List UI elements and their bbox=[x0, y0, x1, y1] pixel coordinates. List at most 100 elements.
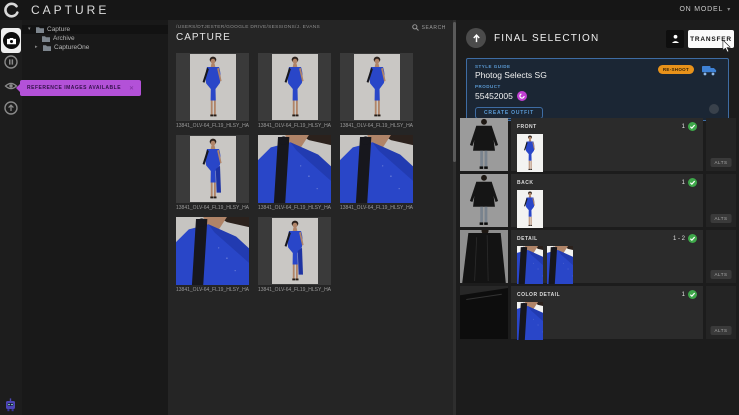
shot-type-label: COLOR DETAIL bbox=[517, 292, 560, 298]
reference-thumbnail[interactable] bbox=[460, 230, 508, 283]
shot-count: 1 bbox=[682, 292, 685, 298]
selected-shots bbox=[517, 190, 697, 228]
pause-icon bbox=[4, 55, 18, 69]
capture-filename: 13841_OLV-64_FL19_HLSY_HA19020... bbox=[176, 123, 249, 129]
capture-filename: 13841_OLV-64_FL19_HLSY_HA19020... bbox=[258, 287, 331, 293]
final-selection-heading: FINAL SELECTION bbox=[494, 33, 599, 44]
rail-item-sessions[interactable] bbox=[4, 55, 18, 69]
capture-thumbnail-item[interactable]: 13841_OLV-64_FL19_HLSY_HA19020... bbox=[258, 135, 331, 211]
capture-thumbnail-item[interactable]: 13841_OLV-64_FL19_HLSY_HA19020... bbox=[176, 135, 249, 211]
selection-row-card: DETAIL 1 - 2 bbox=[511, 230, 703, 283]
folder-icon bbox=[36, 26, 44, 33]
check-icon bbox=[688, 290, 697, 299]
check-icon bbox=[688, 178, 697, 187]
capture-photo bbox=[258, 135, 331, 203]
capture-thumbnail-item[interactable]: 13841_OLV-64_FL19_HLSY_HA19020... bbox=[176, 53, 249, 129]
shot-count: 1 bbox=[682, 124, 685, 130]
banner-label: REFERENCE IMAGES AVAILABLE bbox=[27, 85, 121, 91]
folder-icon bbox=[42, 35, 50, 42]
product-label: PRODUCT bbox=[475, 84, 720, 89]
browser-heading: CAPTURE bbox=[176, 32, 231, 43]
selected-shot-thumbnail[interactable] bbox=[517, 302, 543, 340]
search-label: SEARCH bbox=[422, 25, 446, 31]
breadcrumb: /USERS/DTJESTER/GOOGLE DRIVE/SESSIONS/J.… bbox=[176, 25, 320, 30]
selection-row: COLOR DETAIL 1 ALTS bbox=[460, 286, 736, 339]
alts-strip: ALTS bbox=[706, 230, 736, 283]
selected-shots bbox=[517, 302, 697, 340]
selection-row-card: BACK 1 bbox=[511, 174, 703, 227]
caret-collapsed-icon: ▸ bbox=[35, 43, 40, 52]
left-icon-rail bbox=[0, 20, 22, 415]
reference-thumbnail[interactable] bbox=[460, 174, 508, 227]
capture-photo bbox=[258, 217, 331, 285]
capture-thumbnail-item[interactable]: 13841_OLV-64_FL19_HLSY_HA19020... bbox=[176, 217, 249, 293]
tree-item-archive[interactable]: Archive bbox=[22, 34, 168, 43]
tree-item-capture[interactable]: ▾ Capture bbox=[22, 25, 168, 34]
tree-item-label: CaptureOne bbox=[54, 43, 89, 52]
reference-thumbnail[interactable] bbox=[460, 286, 508, 339]
rail-item-upload[interactable] bbox=[4, 101, 18, 115]
reference-thumbnail[interactable] bbox=[460, 118, 508, 171]
tree-item-label: Archive bbox=[53, 34, 75, 43]
alts-button[interactable]: ALTS bbox=[711, 214, 732, 223]
card-drag-dot[interactable] bbox=[709, 104, 719, 114]
alts-button[interactable]: ALTS bbox=[711, 326, 732, 335]
capture-photo bbox=[176, 135, 249, 203]
sample-truck-icon bbox=[702, 65, 717, 76]
person-icon bbox=[671, 34, 680, 44]
close-icon[interactable]: ✕ bbox=[129, 85, 134, 92]
alts-button[interactable]: ALTS bbox=[711, 270, 732, 279]
selected-shot-thumbnail[interactable] bbox=[517, 134, 543, 172]
capture-thumbnail-item[interactable]: 13841_OLV-64_FL19_HLSY_HA19020... bbox=[258, 53, 331, 129]
selected-shot-thumbnail[interactable] bbox=[517, 246, 543, 284]
selection-row-card: FRONT 1 bbox=[511, 118, 703, 171]
capture-filename: 13841_OLV-64_FL19_HLSY_HA19020... bbox=[176, 205, 249, 211]
product-number: 55452005 bbox=[475, 91, 513, 101]
reshoot-badge: RE-SHOOT bbox=[658, 65, 694, 74]
check-icon bbox=[688, 234, 697, 243]
capture-filename: 13841_OLV-64_FL19_HLSY_HA19020... bbox=[258, 123, 331, 129]
capture-photo bbox=[340, 53, 413, 121]
capture-thumbnail-item[interactable]: 13841_OLV-64_FL19_HLSY_HA19020... bbox=[340, 135, 413, 211]
upload-arrow-icon bbox=[4, 101, 18, 115]
shot-count: 1 - 2 bbox=[673, 236, 685, 242]
caret-expanded-icon: ▾ bbox=[28, 25, 33, 34]
alts-button[interactable]: ALTS bbox=[711, 158, 732, 167]
alts-strip: ALTS bbox=[706, 174, 736, 227]
tree-item-captureone[interactable]: ▸ CaptureOne bbox=[22, 43, 168, 52]
robot-icon bbox=[4, 397, 17, 412]
capture-filename: 13841_OLV-64_FL19_HLSY_HA19020... bbox=[340, 205, 413, 211]
alts-strip: ALTS bbox=[706, 118, 736, 171]
shot-type-label: FRONT bbox=[517, 124, 537, 130]
product-status-badge-icon[interactable] bbox=[517, 91, 527, 101]
selection-row: BACK 1 ALTS bbox=[460, 174, 736, 227]
search-control[interactable]: SEARCH bbox=[412, 24, 446, 31]
app-title: CAPTURE bbox=[31, 3, 109, 17]
final-selection-panel: FINAL SELECTION TRANSFER STYLE GUIDE Pho… bbox=[456, 20, 739, 415]
capture-logo-icon bbox=[3, 2, 19, 18]
shot-type-label: DETAIL bbox=[517, 236, 538, 242]
capture-grid: 13841_OLV-64_FL19_HLSY_HA19020... 13841_… bbox=[176, 53, 413, 293]
mode-label: ON MODEL bbox=[679, 6, 723, 13]
tree-item-label: Capture bbox=[47, 25, 70, 34]
capture-browser-panel: /USERS/DTJESTER/GOOGLE DRIVE/SESSIONS/J.… bbox=[168, 20, 456, 415]
selected-shot-thumbnail[interactable] bbox=[547, 246, 573, 284]
mouse-cursor bbox=[722, 40, 731, 53]
rail-item-capture[interactable] bbox=[1, 28, 21, 53]
capture-filename: 13841_OLV-64_FL19_HLSY_HA19020... bbox=[176, 287, 249, 293]
check-icon bbox=[688, 122, 697, 131]
assign-user-button[interactable] bbox=[666, 30, 684, 48]
selected-shot-thumbnail[interactable] bbox=[517, 190, 543, 228]
style-guide-card: STYLE GUIDE Photog Selects SG RE-SHOOT P… bbox=[466, 58, 729, 121]
shot-count: 1 bbox=[682, 180, 685, 186]
selected-shots bbox=[517, 246, 697, 284]
capture-thumbnail-item[interactable]: 13841_OLV-64_FL19_HLSY_HA19020... bbox=[258, 217, 331, 293]
capture-photo bbox=[176, 53, 249, 121]
capture-photo bbox=[176, 217, 249, 285]
capture-thumbnail-item[interactable]: 13841_OLV-64_FL19_HLSY_HA19020... bbox=[340, 53, 413, 129]
selection-rows: FRONT 1 ALTS BACK 1 bbox=[460, 118, 736, 339]
upload-circle-icon bbox=[466, 28, 486, 48]
capture-filename: 13841_OLV-64_FL19_HLSY_HA19020... bbox=[340, 123, 413, 129]
mode-dropdown[interactable]: ON MODEL ▾ bbox=[679, 6, 731, 13]
top-bar: CAPTURE ON MODEL ▾ bbox=[0, 0, 739, 20]
